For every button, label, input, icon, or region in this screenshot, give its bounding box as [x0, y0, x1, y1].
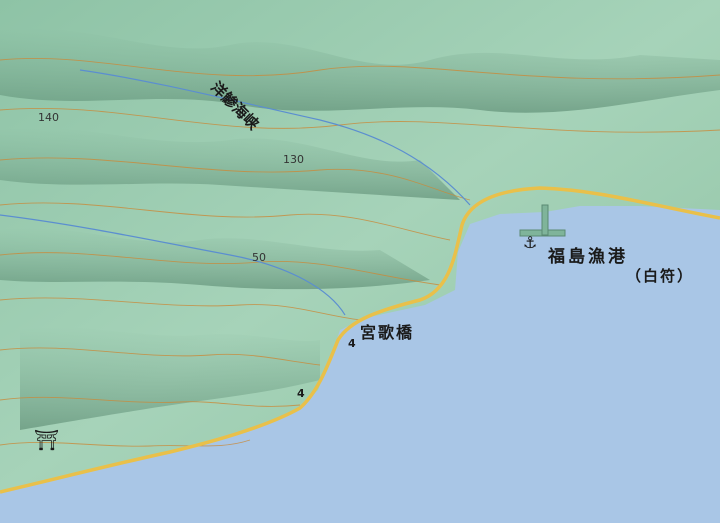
bridge-label: 宮歌橋	[360, 323, 414, 342]
port-name-label: 福島漁港	[547, 246, 628, 267]
port-alias-label: （白符）	[626, 267, 694, 285]
route-4-label-a: 4	[348, 337, 356, 350]
elevation-130-label: 130	[283, 153, 304, 166]
route-4-label-b: 4	[297, 387, 305, 400]
terrain-map: ⛩ ⚓ 福島漁港 （白符） 宮歌橋 洋鯵海峡 130 50 140 4 4	[0, 0, 720, 523]
elevation-140-label: 140	[38, 111, 59, 124]
shrine-icon: ⛩	[34, 428, 59, 452]
elevation-50-label: 50	[252, 251, 266, 264]
map-svg: ⛩ ⚓ 福島漁港 （白符） 宮歌橋 洋鯵海峡 130 50 140 4 4	[0, 0, 720, 523]
anchor-icon: ⚓	[523, 233, 537, 252]
